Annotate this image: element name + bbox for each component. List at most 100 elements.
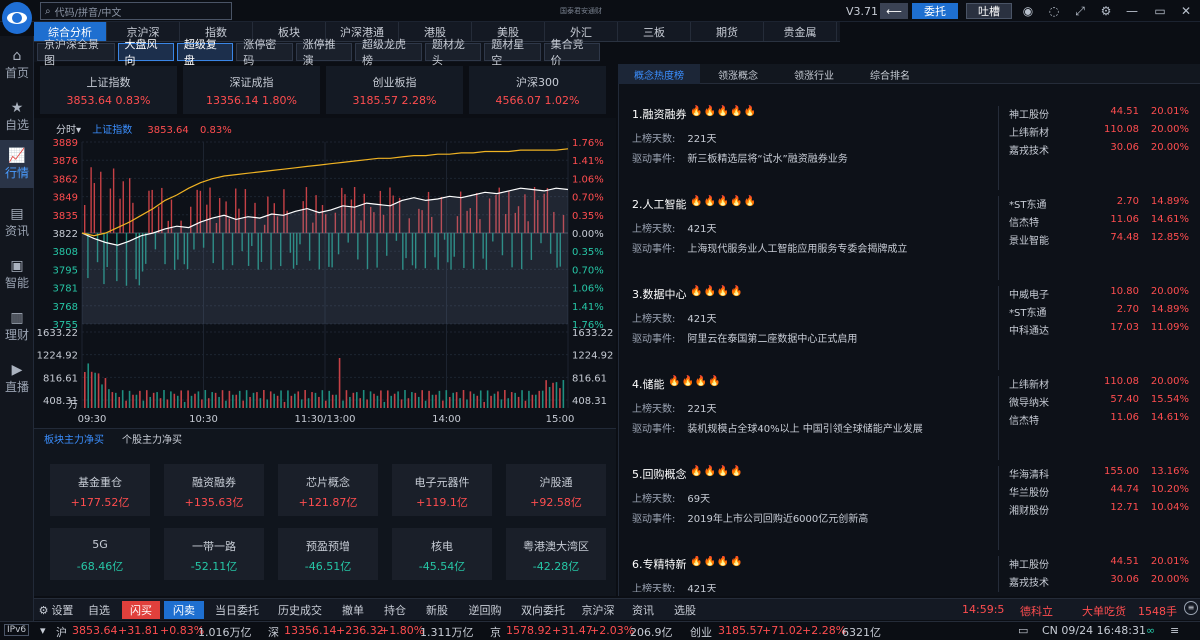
maximize-icon[interactable]: ▭ [1152,3,1168,19]
sidebar-item-watchlist[interactable]: ★ 自选 [0,92,34,140]
volume-bar [166,399,169,408]
watchlist-button[interactable]: 自选 [78,601,120,619]
screen-icon[interactable]: ▭ [1018,624,1028,637]
index-card-cy[interactable]: 创业板指 3185.57 2.28% [326,66,463,114]
message-icon[interactable]: ◌ [1046,3,1062,19]
stock-row[interactable]: 嘉戎技术 30.06 20.00% [999,142,1200,160]
index-card-hs300[interactable]: 沪深300 4566.07 1.02% [469,66,606,114]
tab-stock-flow[interactable]: 个股主力净买 [122,431,182,446]
concept-item[interactable]: 5.回购概念 🔥🔥🔥🔥 上榜天数: 69天 驱动事件: 2019年上市公司回购近60… [618,466,998,556]
sidebar-item-market[interactable]: 📈 行情 [0,140,34,188]
sidebar-item-news[interactable]: ▤ 资讯 [0,198,34,246]
concept-item[interactable]: 1.融资融券 🔥🔥🔥🔥🔥 上榜天数: 221天 驱动事件: 新三板精选层将“试水”融… [618,106,998,196]
concept-item[interactable]: 2.人工智能 🔥🔥🔥🔥🔥 上榜天数: 421天 驱动事件: 上海现代服务业人工智能应… [618,196,998,286]
index-card-sz[interactable]: 深证成指 13356.14 1.80% [183,66,320,114]
volume-bar [232,394,234,408]
stock-row[interactable]: *ST东通 2.70 14.89% [999,304,1200,322]
bj-sh-sz-button[interactable]: 京沪深 [576,601,620,619]
feedback-button[interactable]: 吐槽 [966,3,1012,19]
settings-circle-icon[interactable]: ≡ [1184,601,1198,615]
subtab-super-review[interactable]: 超级复盘 [176,38,234,67]
stock-row[interactable]: 景业智能 74.48 12.85% [999,232,1200,250]
stock-row[interactable]: 神工股份 44.51 20.01% [999,556,1200,574]
sidebar-item-live[interactable]: ▶ 直播 [0,354,34,402]
flow-card[interactable]: 基金重仓 +177.52亿 [50,464,150,516]
minimize-icon[interactable]: — [1124,3,1140,19]
concept-item[interactable]: 6.专精特新 🔥🔥🔥🔥 上榜天数: 421天 [618,556,998,592]
tab-leading-concept[interactable]: 领涨概念 [700,64,776,84]
subtab-dragon-tiger[interactable]: 超级龙虎榜 [354,38,422,67]
stock-row[interactable]: 华兰股份 44.74 10.20% [999,484,1200,502]
dropdown-icon[interactable]: ▾ [40,624,46,637]
flow-card[interactable]: 核电 -45.54亿 [392,528,492,580]
sidebar-item-smart[interactable]: ▣ 智能 [0,250,34,298]
flash-buy-button[interactable]: 闪买 [122,601,160,619]
subtab-theme-galaxy[interactable]: 题材星空 [484,38,541,67]
concept-item[interactable]: 4.储能 🔥🔥🔥🔥 上榜天数: 221天 驱动事件: 装机规模占全球40%以上 中国… [618,376,998,466]
cancel-order-button[interactable]: 撤单 [334,601,372,619]
tab-concept-heat[interactable]: 概念热度榜 [618,64,700,84]
reverse-repo-button[interactable]: 逆回购 [460,601,510,619]
flow-card[interactable]: 芯片概念 +121.87亿 [278,464,378,516]
intraday-chart[interactable]: 3889 1.76% 3876 1.41% 3862 1.06% 3849 0.70% 3835… [34,136,616,428]
stock-row[interactable]: *ST东通 2.70 14.89% [999,196,1200,214]
history-trades-button[interactable]: 历史成交 [270,601,330,619]
flow-card[interactable]: 一带一路 -52.11亿 [164,528,264,580]
tab-metals[interactable]: 贵金属 [764,22,837,41]
volume-bar [111,392,114,408]
stock-row[interactable]: 湘财股份 12.71 10.04% [999,502,1200,520]
back-button[interactable]: ⟵ [880,3,908,19]
flash-sell-button[interactable]: 闪卖 [164,601,204,619]
concept-item[interactable]: 3.数据中心 🔥🔥🔥🔥 上榜天数: 421天 驱动事件: 阿里云在泰国第二座数据中心… [618,286,998,376]
subtab-auction[interactable]: 集合竞价 [543,38,600,67]
user-icon[interactable]: ◉ [1020,3,1036,19]
tab-sector-flow[interactable]: 板块主力净买 [44,431,104,446]
subtab-limit-forecast[interactable]: 涨停推演 [295,38,352,67]
entrust-button[interactable]: 委托 [912,3,958,19]
subtab-panorama[interactable]: 京沪深全景图 [37,38,115,67]
sidebar-item-finance[interactable]: ▥ 理财 [0,302,34,350]
flow-card[interactable]: 粤港澳大湾区 -42.28亿 [506,528,606,580]
tab-futures[interactable]: 期货 [691,22,764,41]
positions-button[interactable]: 持仓 [376,601,414,619]
stock-row[interactable]: 上纬新材 110.08 20.00% [999,376,1200,394]
subtab-limit-code[interactable]: 涨停密码 [236,38,293,67]
stock-picker-button[interactable]: 选股 [666,601,704,619]
tab-overall-rank[interactable]: 综合排名 [852,64,928,84]
subtab-theme-leader[interactable]: 题材龙头 [424,38,482,67]
app-logo[interactable] [2,2,32,34]
news-button[interactable]: 资讯 [624,601,662,619]
stock-row[interactable]: 信杰特 11.06 14.61% [999,214,1200,232]
stock-row[interactable]: 嘉戎技术 30.06 20.00% [999,574,1200,592]
ticker-stock[interactable]: 德科立 [1020,603,1053,619]
stock-row[interactable]: 信杰特 11.06 14.61% [999,412,1200,430]
settings-button[interactable]: ⚙ 设置 [36,601,76,619]
flow-card[interactable]: 融资融券 +135.63亿 [164,464,264,516]
index-card-sh[interactable]: 上证指数 3853.64 0.83% [40,66,177,114]
link-icon[interactable]: ∞ [1146,624,1155,637]
stock-row[interactable]: 上纬新材 110.08 20.00% [999,124,1200,142]
flow-card[interactable]: 电子元器件 +119.1亿 [392,464,492,516]
tab-leading-industry[interactable]: 领涨行业 [776,64,852,84]
stock-row[interactable]: 中威电子 10.80 20.00% [999,286,1200,304]
tab-neeq[interactable]: 三板 [618,22,691,41]
ipo-button[interactable]: 新股 [418,601,456,619]
period-select[interactable]: 分时▾ [56,125,81,136]
close-icon[interactable]: ✕ [1178,3,1194,19]
sidebar-item-home[interactable]: ⌂ 首页 [0,40,34,88]
stock-row[interactable]: 微导纳米 57.40 15.54% [999,394,1200,412]
dual-order-button[interactable]: 双向委托 [514,601,572,619]
flow-card[interactable]: 沪股通 +92.58亿 [506,464,606,516]
today-orders-button[interactable]: 当日委托 [208,601,266,619]
flow-card[interactable]: 预盈预增 -46.51亿 [278,528,378,580]
menu-icon[interactable]: ≡ [1170,624,1179,637]
subtab-market-wind[interactable]: 大盘风向 [117,38,174,67]
search-box[interactable]: ⌕ 代码/拼音/中文 [40,2,232,20]
stock-row[interactable]: 中科通达 17.03 11.09% [999,322,1200,340]
stock-row[interactable]: 神工股份 44.51 20.01% [999,106,1200,124]
gear-icon[interactable]: ⚙ [1098,3,1114,19]
flow-card[interactable]: 5G -68.46亿 [50,528,150,580]
expand-icon[interactable]: ⤢ [1072,3,1088,19]
stock-row[interactable]: 华海清科 155.00 13.16% [999,466,1200,484]
search-input[interactable]: 代码/拼音/中文 [55,4,122,19]
